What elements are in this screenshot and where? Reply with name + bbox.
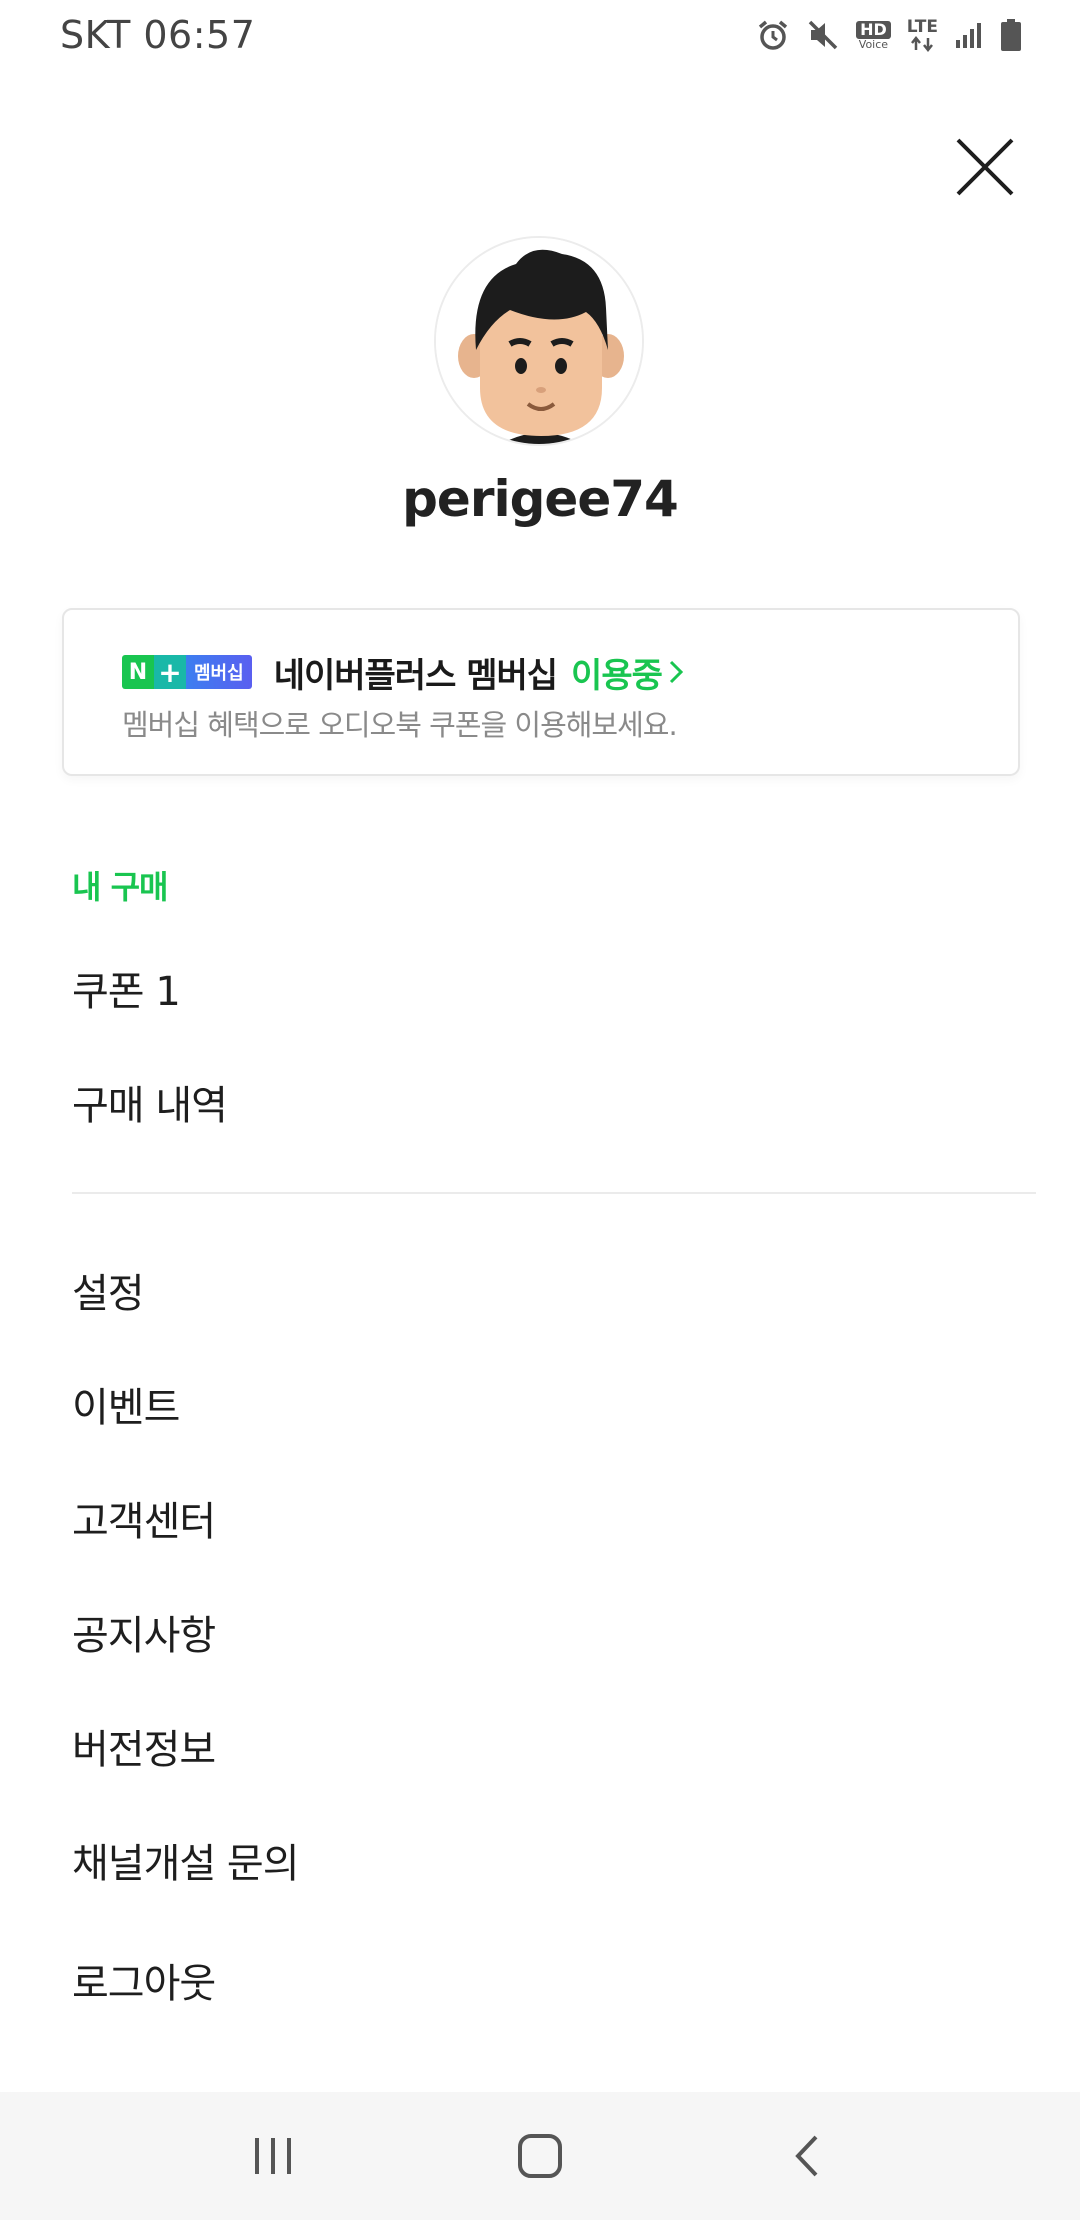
naver-plus-badge: N + 멤버십 xyxy=(122,655,252,689)
lte-label: LTE xyxy=(906,16,938,37)
mute-icon xyxy=(806,18,840,52)
close-icon xyxy=(956,138,1014,196)
back-button[interactable] xyxy=(762,2111,852,2201)
hd-label: HD xyxy=(856,20,891,39)
channel-inquiry-item[interactable]: 채널개설 문의 xyxy=(72,1830,300,1890)
purchase-history-item[interactable]: 구매 내역 xyxy=(72,1072,228,1132)
membership-subtitle: 멤버십 혜택으로 오디오북 쿠폰을 이용해보세요. xyxy=(122,708,678,742)
coupon-item[interactable]: 쿠폰 1 xyxy=(72,958,181,1018)
badge-plus: + xyxy=(154,655,186,689)
status-bar: SKT 06:57 HD Voice LTE xyxy=(0,0,1080,70)
close-button[interactable] xyxy=(950,132,1020,202)
my-purchases-label: 내 구매 xyxy=(72,868,168,906)
back-icon xyxy=(794,2135,818,2177)
badge-label: 멤버십 xyxy=(186,655,252,689)
hd-voice-icon: HD Voice xyxy=(856,20,891,51)
logout-item[interactable]: 로그아웃 xyxy=(72,1950,216,2010)
voice-label: Voice xyxy=(858,37,889,51)
signal-icon xyxy=(954,20,984,50)
battery-icon xyxy=(1000,18,1022,52)
navigation-bar xyxy=(0,2092,1080,2220)
avatar[interactable] xyxy=(434,236,644,446)
membership-card[interactable]: N + 멤버십 네이버플러스 멤버십 이용중 멤버십 혜택으로 오디오북 쿠폰을… xyxy=(62,608,1020,776)
username: perigee74 xyxy=(402,470,679,528)
status-icons: HD Voice LTE xyxy=(756,18,1022,52)
divider xyxy=(72,1192,1036,1194)
customer-center-item[interactable]: 고객센터 xyxy=(72,1488,216,1548)
membership-status: 이용중 xyxy=(571,655,663,696)
home-icon xyxy=(517,2134,562,2178)
recent-apps-button[interactable] xyxy=(228,2111,318,2201)
alarm-icon xyxy=(756,18,790,52)
events-item[interactable]: 이벤트 xyxy=(72,1374,180,1434)
chevron-right-icon xyxy=(668,658,684,686)
badge-n: N xyxy=(122,655,154,689)
settings-item[interactable]: 설정 xyxy=(72,1260,145,1320)
carrier-time: SKT 06:57 xyxy=(60,13,256,57)
membership-title: 네이버플러스 멤버십 xyxy=(273,655,558,696)
recent-apps-icon xyxy=(255,2138,292,2174)
notices-item[interactable]: 공지사항 xyxy=(72,1602,216,1662)
home-button[interactable] xyxy=(495,2111,585,2201)
membership-title-row: N + 멤버십 네이버플러스 멤버십 이용중 xyxy=(122,648,1018,696)
version-info-item[interactable]: 버전정보 xyxy=(72,1716,216,1776)
avatar-character-icon xyxy=(436,238,642,444)
lte-icon: LTE xyxy=(906,16,938,52)
